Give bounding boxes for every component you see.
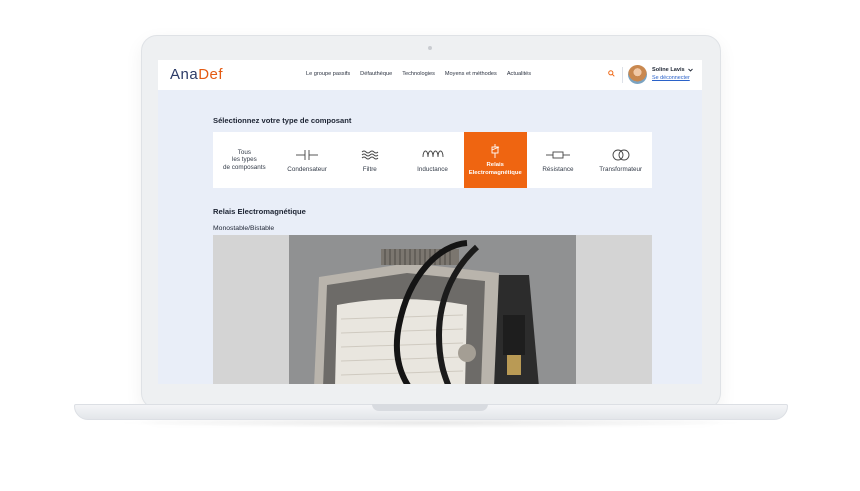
chevron-down-icon [688,68,694,72]
site-header: AnaDef Le groupe passifs Défauthèque Tec… [158,60,702,90]
type-label: Relais Electromagnétique [468,162,522,176]
webcam [428,46,432,50]
inductor-icon [422,150,443,157]
main-nav: Le groupe passifs Défauthèque Technologi… [306,71,531,77]
relay-photo [289,235,576,384]
type-resistance[interactable]: Résistance [527,132,590,188]
laptop-screen: AnaDef Le groupe passifs Défauthèque Tec… [158,60,702,384]
type-transformateur[interactable]: Transformateur [589,132,652,188]
type-label: Tous les types de composants [223,148,266,171]
type-label: Filtre [362,165,377,173]
nav-item-technologies[interactable]: Technologies [402,71,435,77]
type-inductance[interactable]: Inductance [401,132,464,188]
nav-item-defautheque[interactable]: Défauthèque [360,71,392,77]
detail-subtitle: Monostable/Bistable [213,225,275,232]
logo-part-1: Ana [170,66,199,83]
filter-icon [361,150,379,160]
logout-link[interactable]: Se déconnecter [652,75,690,81]
resistor-icon [545,151,570,159]
relay-icon [491,144,500,159]
user-name: Soline Lavis [652,67,685,73]
nav-item-groupe-passifs[interactable]: Le groupe passifs [306,71,350,77]
header-divider [622,67,623,83]
component-photo [213,235,652,384]
detail-title: Relais Electromagnétique [213,207,306,216]
type-label: Transformateur [599,165,643,173]
type-condensateur[interactable]: Condensateur [276,132,339,188]
user-menu[interactable]: Soline Lavis [652,67,694,73]
nav-item-moyens-methodes[interactable]: Moyens et méthodes [445,71,497,77]
type-label: Inductance [417,165,448,173]
type-all[interactable]: Tous les types de composants [213,132,276,188]
type-label: Résistance [542,165,574,173]
anadef-logo[interactable]: AnaDef [170,66,223,83]
capacitor-icon [296,149,319,160]
type-label: Condensateur [287,165,327,173]
type-filtre[interactable]: Filtre [338,132,401,188]
transformer-icon [612,149,630,161]
logo-part-2: Def [198,66,224,83]
relay-photo-illustration [289,235,576,384]
type-relais-electromagnetique[interactable]: Relais Electromagnétique [463,132,527,188]
search-icon[interactable] [608,70,615,77]
laptop-notch [372,404,488,411]
selector-title: Sélectionnez votre type de composant [213,116,352,125]
avatar[interactable] [628,65,647,84]
nav-item-actualites[interactable]: Actualités [507,71,531,77]
component-type-selector: Tous les types de composants Condensateu… [213,132,652,188]
